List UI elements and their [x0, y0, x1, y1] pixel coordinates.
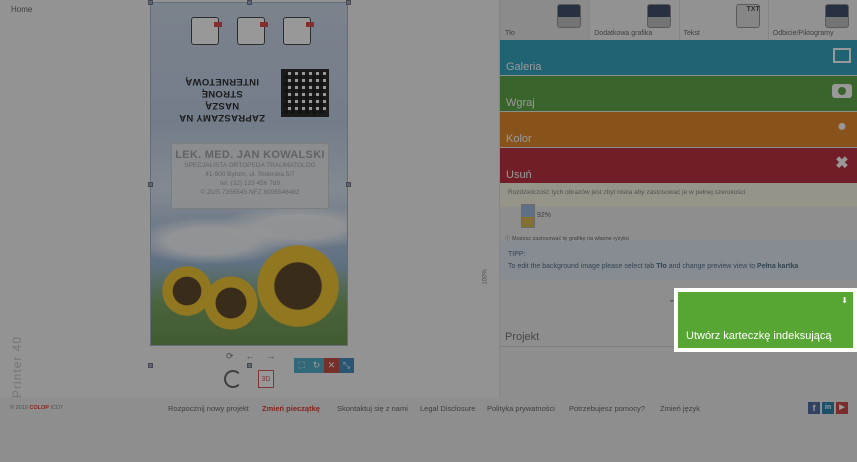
home-link[interactable]: Home — [11, 5, 32, 14]
new-project-link[interactable]: Rozpocznij nowy projekt — [168, 404, 249, 413]
copyright-year: © 2019 — [10, 405, 28, 411]
refresh-icon[interactable]: ↻ — [309, 358, 324, 373]
resolution-warning: Rozdzielczość tych obrazów jest zbyt nis… — [500, 183, 857, 207]
zoom-label: 100% — [482, 269, 489, 285]
tab-label: Odbicie/Piktogramy — [772, 30, 834, 37]
undo-icon[interactable] — [224, 370, 242, 388]
background-thumbnail[interactable] — [521, 204, 535, 228]
resize-handle[interactable] — [346, 0, 351, 5]
txt-icon-label: TXT — [746, 6, 760, 13]
sunflower-image — [255, 243, 341, 329]
brand-suffix: ICD7 — [50, 405, 63, 411]
element-toolbar: ⛶ ↻ ✕ ⤡ — [294, 358, 354, 373]
gallery-button[interactable]: Galeria — [500, 40, 857, 75]
stamp-icon — [646, 4, 671, 28]
tab-impression[interactable]: Odbicie/Piktogramy — [767, 0, 857, 40]
quality-percent: 92% — [537, 212, 552, 219]
contact-link[interactable]: Skontaktuj się z nami — [337, 404, 408, 413]
camera-icon — [831, 80, 853, 102]
stamp-name: LEK. MED. JAN KOWALSKI — [175, 149, 325, 161]
remove-label: Usuń — [506, 169, 532, 181]
tab-label: Tło — [505, 30, 515, 37]
instruction-step-icon — [237, 17, 268, 45]
tip-text-part: To edit the background image please sele… — [508, 263, 657, 270]
tab-background[interactable]: Tło — [500, 0, 590, 40]
color-button[interactable]: Kolor ● — [500, 112, 857, 147]
gallery-label: Galeria — [506, 61, 542, 73]
stamp-icon — [825, 4, 849, 28]
stamp-line: 41-900 Bytom, ul. Srebrska 5/7 — [205, 171, 295, 178]
resize-handle[interactable] — [148, 363, 153, 368]
instruction-pictograms — [191, 17, 314, 49]
move-right-icon[interactable]: → — [267, 351, 276, 362]
resize-handle[interactable] — [148, 0, 153, 5]
invite-line: ZAPRASZAMY NA NASZĄ — [178, 100, 266, 123]
divider — [500, 346, 676, 347]
resize-handle[interactable] — [346, 182, 351, 187]
qr-code — [281, 69, 329, 117]
image-icon — [831, 44, 853, 66]
help-link[interactable]: Potrzebujesz pomocy? — [569, 404, 645, 413]
move-left-icon[interactable]: ← — [246, 351, 255, 362]
create-index-card-label: Utwórz karteczkę indeksującą — [686, 330, 832, 342]
privacy-link[interactable]: Polityka prywatności — [487, 404, 555, 413]
close-icon: ✖ — [835, 155, 849, 172]
facebook-icon[interactable]: f — [808, 402, 820, 414]
sunflower-image — [203, 275, 259, 331]
tip-title: TIPP: — [508, 251, 526, 258]
stamp-icon — [557, 4, 582, 28]
project-label[interactable]: Projekt — [505, 331, 539, 343]
youtube-icon[interactable]: ▶ — [836, 402, 848, 414]
instruction-step-icon — [283, 17, 314, 45]
tip-text-part: and change preview view to — [666, 263, 758, 270]
linkedin-icon[interactable]: in — [822, 402, 834, 414]
3d-preview-icon[interactable]: 3D — [258, 370, 274, 388]
invite-text: ZAPRASZAMY NA NASZĄ STRONĘ INTERNETOWĄ — [167, 75, 277, 123]
stamp-line: tel. (32) 123 456 789 — [220, 180, 280, 187]
stamp-text-box[interactable]: LEK. MED. JAN KOWALSKI SPECJALISTA ORTOP… — [171, 143, 329, 209]
expand-icon[interactable]: ⤡ — [339, 358, 354, 373]
tab-bar: Tło Dodatkowa grafika TXT Tekst Odbicie/… — [500, 0, 857, 40]
change-language-link[interactable]: Zmień język — [660, 404, 700, 413]
upload-label: Wgraj — [506, 97, 535, 109]
color-label: Kolor — [506, 133, 532, 145]
transform-tools: ⟳ ← → — [226, 351, 276, 362]
drop-icon: ● — [837, 118, 847, 135]
legal-link[interactable]: Legal Disclosure — [420, 404, 475, 413]
resize-handle[interactable] — [247, 363, 252, 368]
index-card-preview[interactable]: ZAPRASZAMY NA NASZĄ STRONĘ INTERNETOWĄ L… — [150, 2, 348, 346]
tip-text: To edit the background image please sele… — [508, 261, 849, 273]
tab-text[interactable]: TXT Tekst — [678, 0, 768, 40]
instruction-step-icon — [191, 17, 222, 45]
tip-tab-name: Tło — [656, 263, 667, 270]
tip-box: TIPP: To edit the background image pleas… — [500, 241, 857, 279]
delete-icon[interactable]: ✕ — [324, 358, 339, 373]
upload-button[interactable]: Wgraj — [500, 76, 857, 111]
create-index-card-button[interactable]: ⬇ Utwórz karteczkę indeksującą — [674, 288, 857, 352]
design-workspace: Home Printer 40 100% ZAPRASZAMY NA NASZĄ… — [0, 0, 500, 399]
stamp-line: © ZUS 7356545 NFZ 8006546482 — [200, 189, 300, 196]
download-icon: ⬇ — [841, 296, 848, 305]
brand-logo: COLOP — [29, 405, 49, 411]
tab-label: Tekst — [683, 30, 700, 37]
change-stamp-link[interactable]: Zmień pieczątkę — [262, 404, 320, 413]
resize-handle[interactable] — [247, 0, 252, 5]
footer: © 2019 COLOP ICD7 Rozpocznij nowy projek… — [0, 397, 857, 421]
invite-line: STRONĘ INTERNETOWĄ — [185, 76, 259, 99]
copyright: © 2019 COLOP ICD7 — [10, 405, 63, 411]
remove-button[interactable]: Usuń ✖ — [500, 148, 857, 183]
app-root: Home Printer 40 100% ZAPRASZAMY NA NASZĄ… — [0, 0, 857, 462]
resize-handle[interactable] — [148, 182, 153, 187]
stamp-line: SPECJALISTA ORTOPEDA TRAUMATOLOG — [184, 162, 316, 169]
stamp-model-label: Printer 40 — [10, 335, 25, 399]
tab-extra-graphic[interactable]: Dodatkowa grafika — [589, 0, 678, 40]
tip-view-name: Pełna kartka — [757, 263, 799, 270]
fit-icon[interactable]: ⛶ — [294, 358, 309, 373]
tab-label: Dodatkowa grafika — [594, 30, 653, 37]
rotate-icon[interactable]: ⟳ — [226, 351, 234, 362]
